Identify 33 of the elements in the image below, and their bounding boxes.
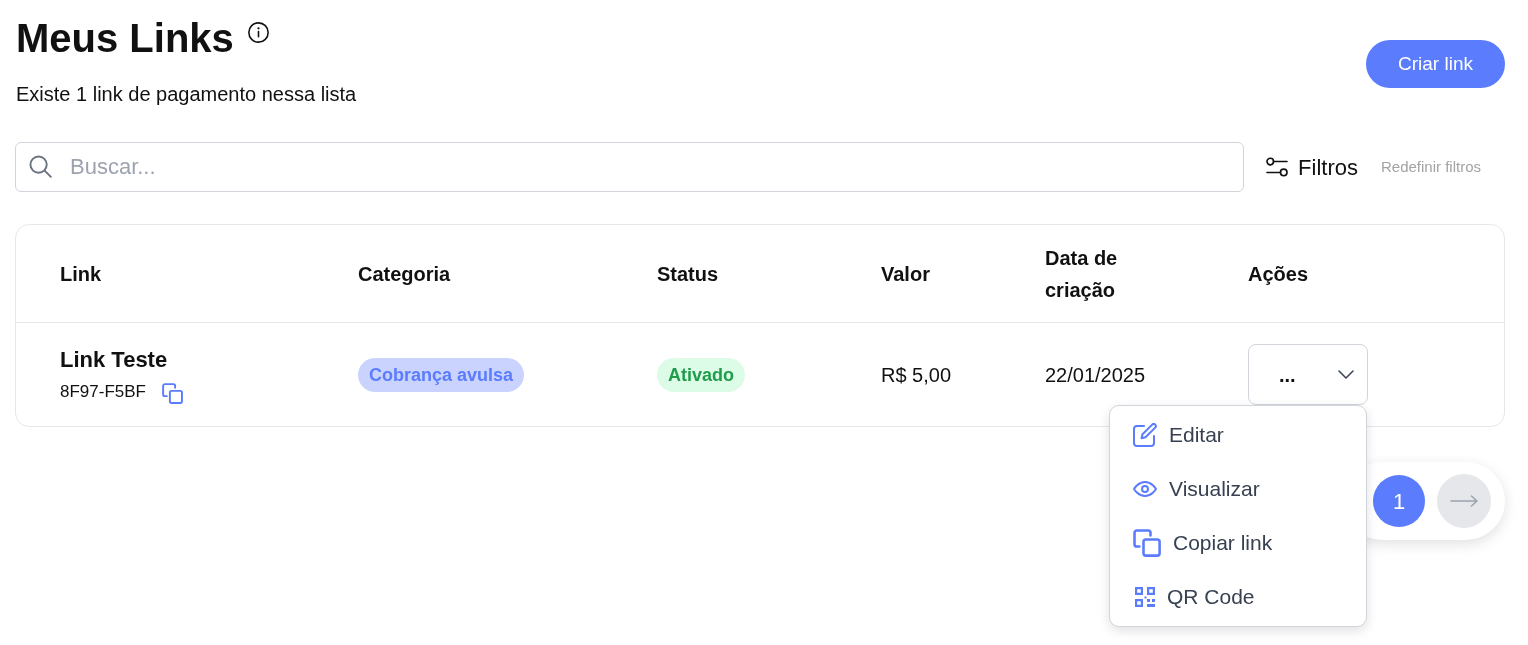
qr-code-icon	[1135, 587, 1155, 607]
create-link-button[interactable]: Criar link	[1366, 40, 1505, 88]
menu-item[interactable]: Copiar link	[1110, 516, 1366, 570]
info-icon[interactable]	[247, 22, 269, 43]
actions-dropdown[interactable]: ...	[1248, 344, 1368, 405]
column-header: Data de criação	[1045, 245, 1119, 303]
arrow-right-icon	[1450, 495, 1478, 507]
menu-item[interactable]: QR Code	[1110, 570, 1366, 624]
column-header: Ações	[1248, 261, 1309, 287]
chevron-icon	[1338, 370, 1354, 379]
filter-icon	[1266, 157, 1289, 177]
column-header: Categoria	[358, 261, 451, 287]
column-header: Valor	[881, 261, 930, 287]
value-cell-text: R$ 5,00	[881, 362, 952, 388]
page-button[interactable]: 1	[1373, 475, 1425, 527]
copy-icon	[1133, 529, 1161, 557]
date-cell-text: 22/01/2025	[1045, 362, 1146, 388]
search-field[interactable]: Buscar...	[15, 142, 1245, 192]
column-header: Link	[60, 261, 102, 287]
edit-icon	[1133, 423, 1157, 447]
subtitle: Existe 1 link de pagamento nessa lista	[15, 82, 357, 107]
link-code: 8F97-F5BF	[60, 380, 146, 403]
link-name: Link Teste	[60, 345, 168, 374]
filters-button[interactable]: Filtros	[1266, 150, 1358, 184]
menu-item[interactable]: Visualizar	[1110, 462, 1366, 516]
menu-item[interactable]: Editar	[1110, 408, 1366, 462]
search-icon	[29, 155, 52, 178]
column-header: Status	[657, 261, 719, 287]
status-badge: Ativado	[657, 357, 745, 392]
page-title: Meus Links	[15, 15, 234, 62]
category-badge: Cobrança avulsa	[358, 357, 525, 392]
copy-icon[interactable]	[162, 382, 183, 404]
eye-icon	[1133, 481, 1157, 497]
